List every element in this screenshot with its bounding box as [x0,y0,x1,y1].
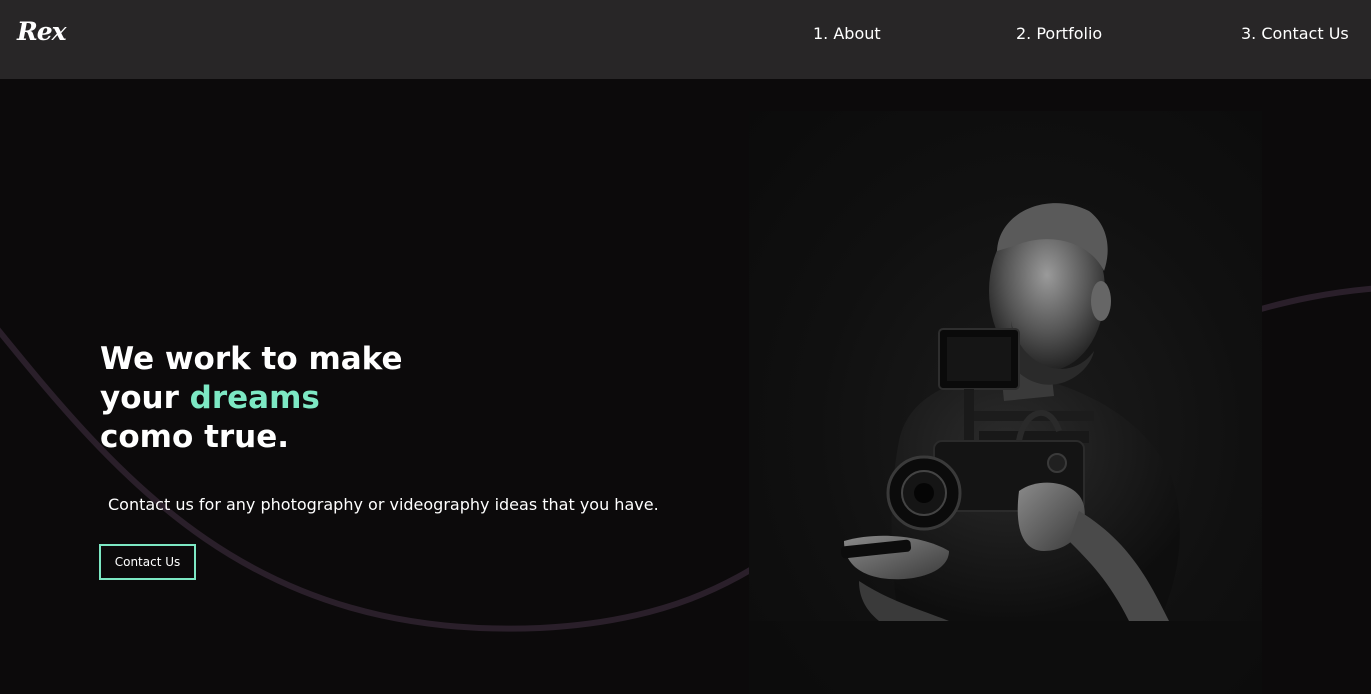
nav-link-contact[interactable]: 3. Contact Us [1241,24,1349,43]
videographer-illustration [749,203,1262,694]
hero-title: We work to make your dreams como true. [100,340,402,457]
page: Rex 1. About 2. Portfolio 3. Contact Us … [0,0,1371,694]
nav-link-about[interactable]: 1. About [813,24,881,43]
navbar: Rex 1. About 2. Portfolio 3. Contact Us [0,0,1371,79]
hero-title-line1: We work to make [100,341,403,377]
contact-us-button[interactable]: Contact Us [99,544,196,580]
videographer-photo [749,111,1262,694]
hero-title-accent: dreams [189,380,320,416]
logo[interactable]: Rex [17,17,67,46]
nav-link-portfolio[interactable]: 2. Portfolio [1016,24,1102,43]
hero-title-line2-prefix: your [100,380,190,416]
hero-subtitle: Contact us for any photography or videog… [108,495,659,514]
hero-title-line3: como true. [100,419,290,455]
